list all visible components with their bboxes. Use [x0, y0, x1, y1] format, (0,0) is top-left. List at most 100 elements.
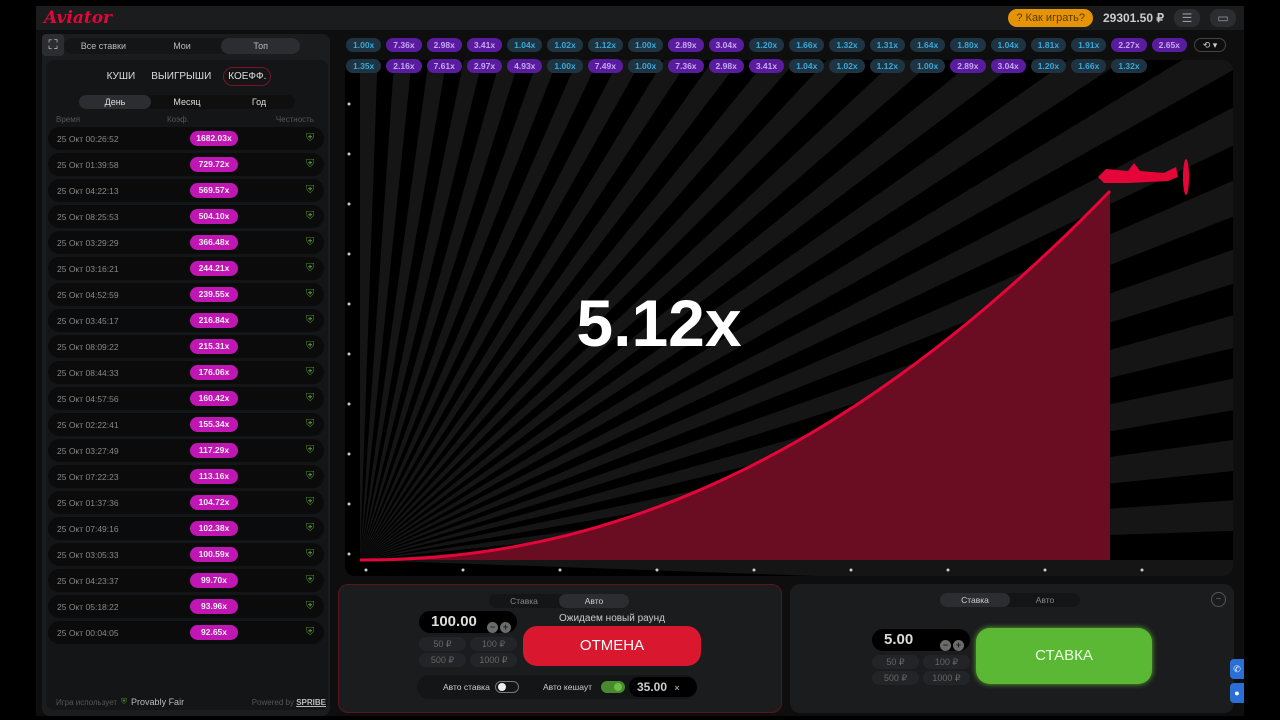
history-chip[interactable]: 1.20x	[748, 38, 785, 52]
fairness-shield-icon[interactable]: ⛨	[306, 574, 318, 587]
place-bet-button[interactable]: СТАВКА	[976, 628, 1152, 684]
bet1-amount-input[interactable]: 100.00− +	[419, 611, 517, 633]
fairness-shield-icon[interactable]: ⛨	[306, 158, 318, 171]
chat-icon[interactable]: ▭	[1210, 9, 1236, 27]
fairness-shield-icon[interactable]: ⛨	[306, 288, 318, 301]
cashout-input[interactable]: 35.00 ×	[629, 677, 697, 697]
fairness-shield-icon[interactable]: ⛨	[306, 626, 318, 639]
bet2-quick-500[interactable]: 500 ₽	[872, 671, 919, 685]
history-chip[interactable]: 1.32x	[1111, 59, 1147, 73]
history-chip[interactable]: 1.66x	[789, 38, 825, 52]
history-chip[interactable]: 3.41x	[748, 59, 785, 73]
collapse-icon[interactable]: ⛶	[42, 34, 64, 56]
bet1-quick-1000[interactable]: 1000 ₽	[470, 653, 517, 667]
history-chip[interactable]: 1.31x	[869, 38, 905, 52]
history-chip[interactable]: 2.89x	[668, 38, 704, 52]
period-day[interactable]: День	[79, 95, 151, 109]
bet2-quick-1000[interactable]: 1000 ₽	[923, 671, 970, 685]
fairness-shield-icon[interactable]: ⛨	[306, 548, 318, 561]
history-chip[interactable]: 1.80x	[950, 38, 986, 52]
history-chip[interactable]: 2.16x	[386, 59, 422, 73]
history-chip[interactable]: 4.93x	[507, 59, 543, 73]
fairness-shield-icon[interactable]: ⛨	[306, 418, 318, 431]
history-chip[interactable]: 1.04x	[507, 38, 543, 52]
tab-all-bets[interactable]: Все ставки	[64, 38, 143, 54]
history-chip[interactable]: 1.00x	[627, 38, 664, 52]
history-chip[interactable]: 1.00x	[627, 59, 664, 73]
category-big-wins[interactable]: КУШИ	[103, 68, 140, 85]
history-chip[interactable]: 2.98x	[708, 59, 744, 73]
fairness-shield-icon[interactable]: ⛨	[306, 210, 318, 223]
history-chip[interactable]: 2.97x	[466, 59, 503, 73]
category-wins[interactable]: ВЫИГРЫШИ	[147, 68, 215, 85]
period-year[interactable]: Год	[223, 95, 295, 109]
history-chip[interactable]: 7.61x	[426, 59, 462, 73]
fairness-shield-icon[interactable]: ⛨	[306, 470, 318, 483]
bet1-tab-auto[interactable]: Авто	[559, 594, 629, 608]
fairness-shield-icon[interactable]: ⛨	[306, 314, 318, 327]
minus-icon[interactable]: −	[940, 640, 951, 651]
fairness-shield-icon[interactable]: ⛨	[306, 184, 318, 197]
history-chip[interactable]: 1.00x	[547, 59, 583, 73]
history-chip[interactable]: 2.65x	[1151, 38, 1187, 52]
menu-icon[interactable]: ☰	[1174, 9, 1200, 27]
period-month[interactable]: Месяц	[151, 95, 223, 109]
history-chip[interactable]: 2.27x	[1111, 38, 1147, 52]
history-chip[interactable]: 3.41x	[466, 38, 503, 52]
bet1-quick-500[interactable]: 500 ₽	[419, 653, 466, 667]
history-chip[interactable]: 1.64x	[909, 38, 946, 52]
history-chip[interactable]: 1.20x	[1030, 59, 1067, 73]
history-chip[interactable]: 1.04x	[789, 59, 825, 73]
history-chip[interactable]: 1.66x	[1071, 59, 1107, 73]
fairness-shield-icon[interactable]: ⛨	[306, 262, 318, 275]
history-chip[interactable]: 3.04x	[990, 59, 1026, 73]
phone-icon[interactable]: ✆	[1230, 659, 1244, 679]
bet2-tab-bet[interactable]: Ставка	[940, 593, 1010, 607]
fairness-shield-icon[interactable]: ⛨	[306, 444, 318, 457]
fairness-shield-icon[interactable]: ⛨	[306, 600, 318, 613]
bet2-amount-input[interactable]: 5.00 − +	[872, 629, 970, 651]
history-chip[interactable]: 2.98x	[426, 38, 462, 52]
history-chip[interactable]: 1.12x	[869, 59, 905, 73]
history-chip[interactable]: 1.04x	[990, 38, 1026, 52]
history-toggle-button[interactable]: ⟲ ▾	[1194, 38, 1226, 52]
cancel-button[interactable]: ОТМЕНА	[523, 626, 701, 666]
history-chip[interactable]: 1.00x	[909, 59, 946, 73]
tab-top[interactable]: Топ	[221, 38, 301, 54]
plus-icon[interactable]: +	[500, 622, 511, 633]
history-chip[interactable]: 1.35x	[346, 59, 382, 73]
provably-fair-link[interactable]: Provably Fair	[131, 697, 184, 707]
history-chip[interactable]: 7.36x	[386, 38, 422, 52]
history-chip[interactable]: 1.81x	[1030, 38, 1067, 52]
bet2-quick-50[interactable]: 50 ₽	[872, 655, 919, 669]
history-chip[interactable]: 1.32x	[829, 38, 865, 52]
fairness-shield-icon[interactable]: ⛨	[306, 236, 318, 249]
auto-bet-toggle[interactable]	[495, 681, 519, 693]
how-to-play-button[interactable]: ? Как играть?	[1008, 9, 1093, 27]
fairness-shield-icon[interactable]: ⛨	[306, 366, 318, 379]
bet1-quick-100[interactable]: 100 ₽	[470, 637, 517, 651]
history-chip[interactable]: 7.36x	[668, 59, 704, 73]
bet2-quick-100[interactable]: 100 ₽	[923, 655, 970, 669]
category-coef[interactable]: КОЕФФ.	[223, 67, 272, 86]
history-chip[interactable]: 1.00x	[346, 38, 382, 52]
history-chip[interactable]: 2.89x	[950, 59, 986, 73]
history-chip[interactable]: 1.02x	[547, 38, 583, 52]
history-chip[interactable]: 1.02x	[829, 59, 865, 73]
bet1-tab-bet[interactable]: Ставка	[489, 594, 559, 608]
auto-cashout-toggle[interactable]	[601, 681, 625, 693]
clear-icon[interactable]: ×	[674, 683, 679, 693]
plus-icon[interactable]: +	[953, 640, 964, 651]
fairness-shield-icon[interactable]: ⛨	[306, 496, 318, 509]
minus-icon[interactable]: −	[487, 622, 498, 633]
history-chip[interactable]: 1.12x	[587, 38, 623, 52]
history-chip[interactable]: 1.91x	[1071, 38, 1107, 52]
remove-panel-icon[interactable]: −	[1211, 592, 1226, 607]
bet1-quick-50[interactable]: 50 ₽	[419, 637, 466, 651]
bet2-tab-auto[interactable]: Авто	[1010, 593, 1080, 607]
history-chip[interactable]: 3.04x	[708, 38, 744, 52]
fairness-shield-icon[interactable]: ⛨	[306, 392, 318, 405]
tab-my-bets[interactable]: Мои	[143, 38, 222, 54]
history-chip[interactable]: 7.49x	[587, 59, 623, 73]
chat-bubble-icon[interactable]: ●	[1230, 683, 1244, 703]
